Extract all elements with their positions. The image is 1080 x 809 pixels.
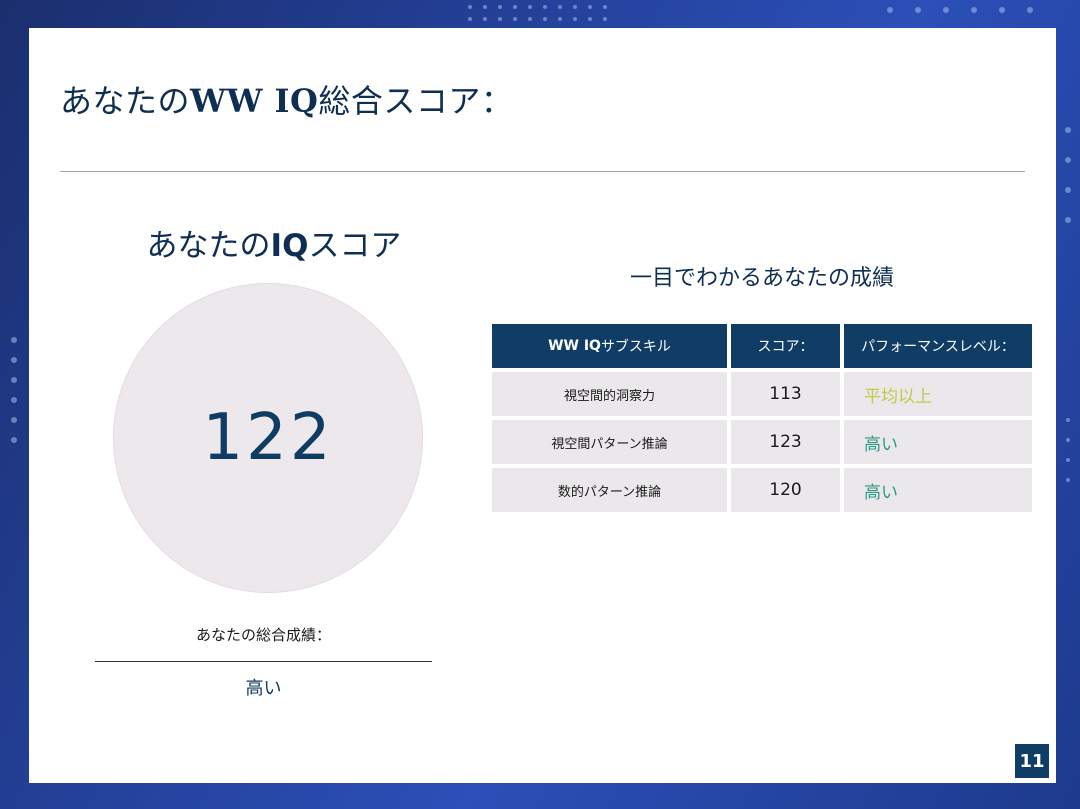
iq-score-value: 122 — [202, 401, 334, 475]
subskill-table: WW IQ サブスキル スコア： パフォーマンスレベル： 視空間的洞察力 113 … — [492, 324, 1032, 516]
page-number-badge: 11 — [1015, 744, 1049, 778]
table-row: 視空間パターン推論 123 高い — [492, 420, 1032, 464]
iq-heading-prefix: あなたの — [146, 228, 271, 264]
row-skill: 視空間パターン推論 — [492, 420, 727, 464]
slide-title-suffix: 総合スコア： — [318, 82, 514, 120]
glance-heading: 一目でわかるあなたの成績 — [629, 266, 894, 291]
iq-heading-suffix: スコア — [308, 228, 402, 264]
slide-title: あなたのWW IQ総合スコア： — [60, 76, 513, 122]
row-skill: 視空間的洞察力 — [492, 372, 727, 416]
iq-heading-bold: IQ — [270, 228, 309, 264]
score-circle: 122 — [113, 283, 423, 593]
row-level: 高い — [844, 420, 1032, 464]
slide-title-prefix: あなたの — [60, 82, 191, 120]
overall-performance-label: あなたの総合成績： — [195, 626, 331, 644]
slide-page: あなたのWW IQ総合スコア： あなたのIQスコア 122 あなたの総合成績： … — [29, 28, 1056, 783]
overall-performance-value: 高い — [245, 678, 282, 699]
row-score: 123 — [731, 420, 840, 464]
overall-divider — [95, 661, 432, 662]
iq-score-heading: あなたのIQスコア — [89, 220, 459, 265]
slide-title-bold: WW IQ — [190, 82, 319, 120]
title-divider — [60, 171, 1025, 172]
row-score: 120 — [731, 468, 840, 512]
header-subskill-suffix: サブスキル — [600, 339, 671, 355]
header-subskill-bold: WW IQ — [548, 338, 601, 354]
row-level: 平均以上 — [844, 372, 1032, 416]
table-header-row: WW IQ サブスキル スコア： パフォーマンスレベル： — [492, 324, 1032, 368]
header-subskill: WW IQ サブスキル — [492, 324, 727, 368]
row-score: 113 — [731, 372, 840, 416]
table-row: 視空間的洞察力 113 平均以上 — [492, 372, 1032, 416]
table-row: 数的パターン推論 120 高い — [492, 468, 1032, 512]
header-level: パフォーマンスレベル： — [844, 324, 1032, 368]
row-skill: 数的パターン推論 — [492, 468, 727, 512]
row-level: 高い — [844, 468, 1032, 512]
header-score: スコア： — [731, 324, 840, 368]
